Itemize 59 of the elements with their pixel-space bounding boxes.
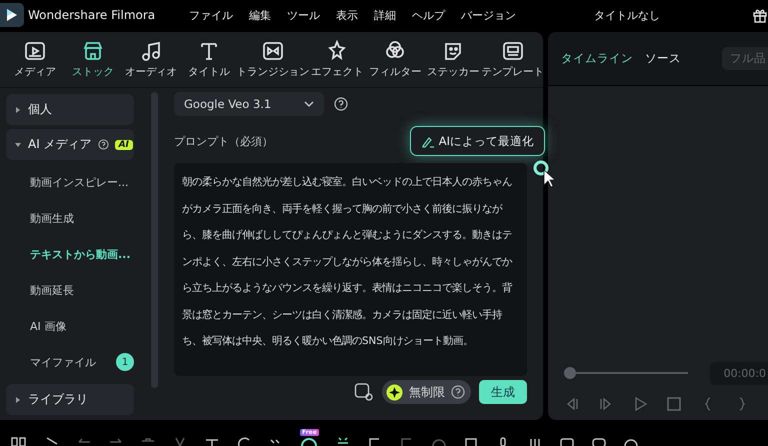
gift-icon[interactable] [752,7,768,23]
sidebar-group[interactable]: ライブラリ [6,384,134,415]
app-logo-icon [0,3,24,27]
menu-item[interactable]: ファイル [181,8,242,22]
caret-icon [14,106,22,114]
optimize-button[interactable]: AIによって最適化 [410,126,545,156]
app-name: Wondershare Filmora [28,8,156,22]
playback-slider[interactable] [564,367,688,379]
chevron-icon [304,101,314,107]
tab-icon [326,40,348,62]
count-badge: 1 [116,353,134,371]
sidebar-item[interactable]: 動画インスピレー... [6,164,134,200]
sidebar-group[interactable]: AI メディア AI [6,129,134,160]
sidebar-item[interactable]: AI 画像 [6,308,134,344]
media-tab[interactable]: トランジション [238,40,308,79]
tab-icon [198,40,220,62]
tab-icon [502,40,524,62]
preview-tab[interactable]: タイムライン [561,51,633,66]
sidebar-item[interactable]: テキストから動画... [6,236,134,272]
menu-item[interactable]: ツール [279,8,328,22]
media-tab[interactable]: テンプレート [482,40,543,79]
tab-icon [82,40,104,62]
generate-button[interactable]: 生成 [479,380,527,404]
sidebar-item[interactable]: マイファイル 1 [6,344,134,380]
media-tab[interactable]: タイトル [180,40,238,79]
caret-icon [14,140,22,148]
help-icon[interactable] [334,97,348,111]
stop-icon[interactable] [666,396,682,412]
media-tab[interactable]: フィルター [366,40,424,79]
sidebar-item[interactable]: 動画延長 [6,272,134,308]
media-tab[interactable]: ステッカー [424,40,482,79]
media-tab[interactable]: エフェクト [308,40,366,79]
ai-badge: AI [114,140,133,150]
prompt-field[interactable]: 朝の柔らかな自然光が差し込む寝室。白いベッドの上で日本人の赤ちゃんがカメラ正面を向き、両手を軽く握って胸の前で小さく前後に振りながら、膝を曲げ伸ばししてぴょんぴょんと弾むようにダンスする。動きはテンポよく、左右に小さくステップしながら体を揺らし、時々しゃがんでから立ち上がるようなバウンスを繰り返す。表情はニコニコで楽しそう。背景は窓とカーテン、シーツは白く清潔感。カメラは固定に近い軽い手持ち、被写体は中央、明るく暖かい色調のSNS向けショート動画。 [174,163,527,376]
prompt-label: プロンプト（必須） [174,134,273,148]
slider-thumb[interactable] [564,367,576,379]
sidebar-item[interactable]: 動画生成 [6,200,134,236]
timecode: 00:00:0 [710,362,768,384]
media-tab[interactable]: ストック [64,40,122,79]
menu-item[interactable]: 表示 [328,8,366,22]
help-icon [98,139,109,150]
project-title: タイトルなし [594,8,660,22]
model-dropdown[interactable]: Google Veo 3.1 [174,92,324,116]
help-icon[interactable] [451,385,465,399]
tab-icon [24,40,46,62]
caret-icon [14,396,22,404]
media-tab[interactable]: オーディオ [122,40,180,79]
tab-icon [262,40,284,62]
media-tab[interactable]: メディア [6,40,64,79]
preview-tab[interactable]: ソース [645,51,681,66]
menu-item[interactable]: 編集 [241,8,280,22]
menu-item[interactable]: ヘルプ [404,8,454,22]
ai-image-icon[interactable] [354,382,374,402]
menu-item[interactable]: 詳細 [366,8,404,22]
menu-item[interactable]: バージョン [453,8,524,22]
sidebar-group[interactable]: 個人 [6,94,134,125]
credits-pill[interactable]: 無制限 [382,380,471,404]
pencil-icon [420,134,435,148]
tab-icon [140,40,162,62]
